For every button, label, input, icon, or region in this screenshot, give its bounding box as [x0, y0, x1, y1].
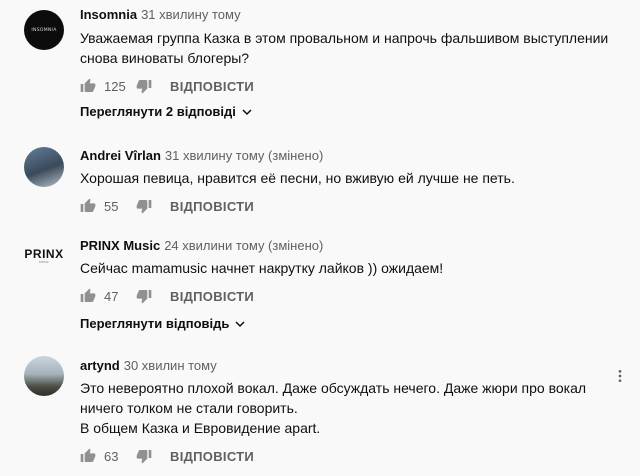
- avatar[interactable]: [24, 147, 64, 187]
- comment-author[interactable]: Andrei Vîrlan: [80, 148, 161, 163]
- like-count: 55: [104, 198, 119, 214]
- chevron-down-icon: [235, 320, 245, 327]
- reply-button[interactable]: ВІДПОВІСТИ: [170, 449, 254, 464]
- thumb-up-icon[interactable]: [80, 78, 96, 94]
- comment-text-line: Уважаемая группа Казка в этом провальном…: [80, 30, 609, 46]
- avatar[interactable]: [24, 356, 64, 396]
- comment-actions: 125 ВІДПОВІСТИ: [80, 74, 254, 98]
- comment-time[interactable]: 30 хвилин тому: [124, 358, 217, 373]
- comment-header: PRINX Music 24 хвилини тому (змінено): [80, 238, 323, 254]
- thumb-down-icon[interactable]: [136, 448, 152, 464]
- reply-button[interactable]: ВІДПОВІСТИ: [170, 289, 254, 304]
- comment-time[interactable]: 24 хвилини тому (змінено): [164, 238, 323, 253]
- chevron-down-icon: [242, 108, 252, 115]
- reply-button[interactable]: ВІДПОВІСТИ: [170, 79, 254, 94]
- comment-header: artynd 30 хвилин тому: [80, 358, 217, 374]
- avatar-label: INSOMNIA: [31, 27, 57, 33]
- comment-text-line: Это невероятно плохой вокал. Даже обсужд…: [80, 380, 587, 396]
- avatar[interactable]: INSOMNIA: [24, 10, 64, 50]
- comment-text-line: снова виноваты блогеры?: [80, 50, 250, 66]
- comment-header: Insomnia 31 хвилину тому: [80, 7, 241, 23]
- thumb-up-icon[interactable]: [80, 448, 96, 464]
- comment-text-line: Хорошая певица, нравится её песни, но вж…: [80, 170, 515, 186]
- comment-actions: 55 ВІДПОВІСТИ: [80, 194, 254, 218]
- more-vert-icon: [618, 370, 622, 382]
- thumb-up-icon[interactable]: [80, 288, 96, 304]
- like-count: 63: [104, 448, 119, 464]
- comment-time[interactable]: 31 хвилину тому (змінено): [165, 148, 323, 163]
- comment-menu-button[interactable]: [610, 366, 630, 386]
- comment-text-line: В общем Казка и Евровидение apart.: [80, 420, 321, 436]
- thumb-down-icon[interactable]: [136, 198, 152, 214]
- comment-actions: 63 ВІДПОВІСТИ: [80, 444, 254, 468]
- comment-text-line: ничего толком не стали говорить.: [80, 400, 298, 416]
- reply-button[interactable]: ВІДПОВІСТИ: [170, 199, 254, 214]
- thumb-up-icon[interactable]: [80, 198, 96, 214]
- comment-actions: 47 ВІДПОВІСТИ: [80, 284, 254, 308]
- view-replies-button[interactable]: Переглянути 2 відповіді: [80, 104, 253, 119]
- comment-author[interactable]: artynd: [80, 358, 120, 373]
- view-replies-button[interactable]: Переглянути відповідь: [80, 316, 246, 331]
- view-replies-label: Переглянути відповідь: [80, 316, 230, 331]
- comment-author[interactable]: PRINX Music: [80, 238, 160, 253]
- like-count: 47: [104, 288, 119, 304]
- comment-text-line: Сейчас mamamusic начнет накрутку лайков …: [80, 260, 444, 276]
- thumb-down-icon[interactable]: [136, 288, 152, 304]
- comment-time[interactable]: 31 хвилину тому: [141, 7, 241, 22]
- comment-header: Andrei Vîrlan 31 хвилину тому (змінено): [80, 148, 323, 164]
- avatar-logo-subtext: MUSIC: [39, 260, 49, 264]
- thumb-down-icon[interactable]: [136, 78, 152, 94]
- like-count: 125: [104, 78, 126, 94]
- view-replies-label: Переглянути 2 відповіді: [80, 104, 236, 119]
- avatar[interactable]: PRINX MUSIC: [24, 236, 64, 276]
- comment-author[interactable]: Insomnia: [80, 7, 137, 22]
- avatar-logo-text: PRINX: [24, 247, 64, 261]
